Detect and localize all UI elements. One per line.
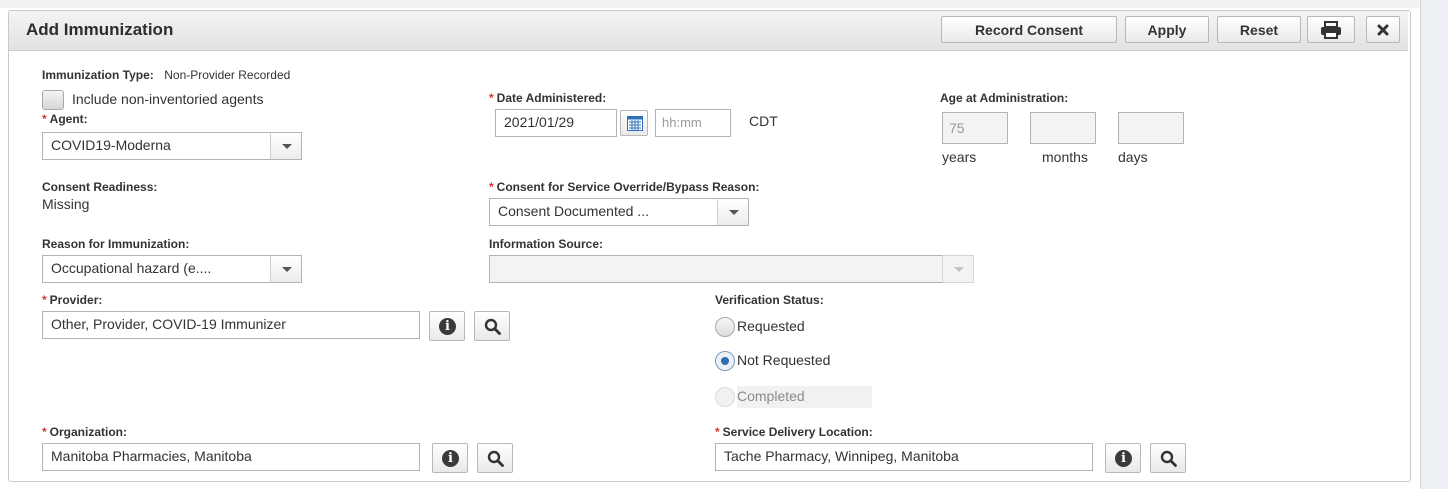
days-label: days [1118,149,1148,165]
verification-not-requested-radio[interactable] [715,351,735,371]
consent-override-label: * Consent for Service Override/Bypass Rea… [489,180,760,194]
consent-override-chevron-down-icon[interactable] [717,198,749,226]
verification-completed-radio [715,387,735,407]
years-label: years [942,149,977,165]
agent-label: * Agent: [42,112,88,126]
service-delivery-location-search-button[interactable] [1150,443,1186,473]
months-label: months [1042,149,1088,165]
verification-requested-radio[interactable] [715,317,735,337]
provider-input[interactable]: Other, Provider, COVID-19 Immunizer [42,311,420,339]
search-icon [487,450,504,467]
information-source-chevron-down-icon [942,255,974,283]
provider-search-button[interactable] [474,311,510,341]
reset-button[interactable]: Reset [1217,16,1301,43]
print-button[interactable] [1307,16,1355,43]
organization-input[interactable]: Manitoba Pharmacies, Manitoba [42,443,420,471]
close-button[interactable] [1366,16,1400,43]
info-icon: i [439,318,456,335]
verification-completed-label: Completed [737,388,805,404]
calendar-button[interactable] [620,110,648,136]
top-strip [0,0,1448,8]
include-non-inventoried-label: Include non-inventoried agents [72,91,264,107]
agent-select[interactable]: COVID19-Moderna [42,132,280,160]
information-source-select [489,255,944,283]
search-icon [484,318,501,335]
verification-requested-label: Requested [737,318,805,334]
date-administered-label: * Date Administered: [489,91,607,105]
consent-readiness-label: Consent Readiness: [42,180,158,194]
date-administered-input[interactable]: 2021/01/29 [495,109,617,137]
info-icon: i [442,450,459,467]
age-days-field [1118,112,1184,144]
age-at-administration-label: Age at Administration: [940,91,1069,105]
age-months-field [1030,112,1096,144]
include-non-inventoried-checkbox[interactable] [42,90,64,110]
search-icon [1160,450,1177,467]
service-delivery-location-info-button[interactable]: i [1105,443,1141,473]
organization-label: * Organization: [42,425,128,439]
reason-for-immunization-select[interactable]: Occupational hazard (e.... [42,255,272,283]
immunization-type-row: Immunization Type: Non-Provider Recorded [42,66,290,84]
agent-dropdown-chevron-down-icon[interactable] [270,132,302,160]
reason-for-immunization-label: Reason for Immunization: [42,237,190,251]
consent-readiness-value: Missing [42,196,90,212]
organization-info-button[interactable]: i [432,443,468,473]
verification-not-requested-label: Not Requested [737,352,831,368]
close-icon [1377,24,1389,35]
record-consent-button[interactable]: Record Consent [941,16,1117,43]
calendar-icon [627,116,643,131]
time-placeholder: hh:mm [662,115,702,130]
organization-search-button[interactable] [477,443,513,473]
timezone-label: CDT [749,113,778,129]
immunization-type-value: Non-Provider Recorded [164,68,291,82]
info-icon: i [1115,450,1132,467]
print-icon [1321,20,1341,39]
age-years-field: 75 [942,112,1008,144]
information-source-label: Information Source: [489,237,604,251]
service-delivery-location-input[interactable]: Tache Pharmacy, Winnipeg, Manitoba [715,443,1093,471]
apply-button[interactable]: Apply [1125,16,1209,43]
provider-label: * Provider: [42,293,103,307]
immunization-type-label: Immunization Type: [42,68,154,82]
vertical-scrollbar[interactable] [1420,0,1448,489]
time-input[interactable]: hh:mm [655,109,731,137]
provider-info-button[interactable]: i [429,311,465,341]
reason-for-immunization-chevron-down-icon[interactable] [270,255,302,283]
verification-status-label: Verification Status: [715,293,824,307]
consent-override-select[interactable]: Consent Documented ... [489,198,719,226]
page-title: Add Immunization [26,20,174,39]
service-delivery-location-label: * Service Delivery Location: [715,425,873,439]
